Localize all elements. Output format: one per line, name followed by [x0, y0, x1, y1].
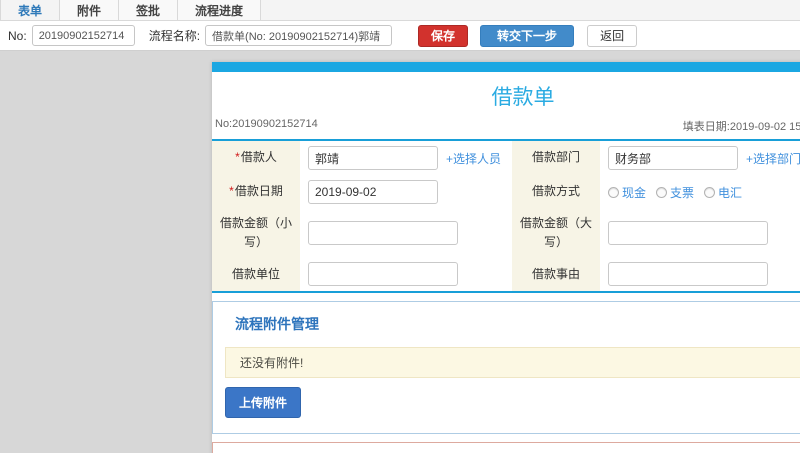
select-person-link[interactable]: +选择人员	[446, 150, 501, 167]
required-mark: *	[229, 184, 234, 199]
department-field-cell: +选择部门	[600, 141, 800, 175]
loan-date-input[interactable]	[308, 180, 438, 204]
radio-cash-label: 现金	[622, 185, 647, 200]
loan-form-table: * 借款人 +选择人员 借款部门 +选择部门 * 借款日期	[212, 139, 800, 294]
borrower-field-cell: +选择人员	[300, 141, 512, 175]
form-meta-row: No:20190902152714 填表日期:2019-09-02 15:27:…	[212, 116, 800, 139]
tab-progress[interactable]: 流程进度	[178, 0, 262, 20]
radio-circle-icon[interactable]	[608, 186, 619, 198]
tab-attachment[interactable]: 附件	[60, 0, 120, 20]
radio-circle-icon[interactable]	[656, 186, 668, 198]
radio-check-label: 支票	[670, 185, 695, 200]
form-panel: 借款单 No:20190902152714 填表日期:2019-09-02 15…	[212, 62, 800, 453]
form-no-text: No:20190902152714	[215, 118, 318, 130]
radio-wire-label: 电汇	[718, 185, 743, 200]
radio-circle-icon[interactable]	[704, 186, 716, 198]
attachment-section-title: 流程附件管理	[235, 316, 319, 333]
loan-date-label-text: 借款日期	[234, 184, 283, 199]
upload-attachment-button[interactable]: 上传附件	[225, 387, 302, 419]
loan-date-field-cell	[300, 175, 512, 209]
no-attachment-message: 还没有附件!	[225, 347, 800, 379]
department-input[interactable]	[608, 146, 738, 170]
amount-upper-field-cell	[600, 209, 800, 257]
panel-top-accent-bar	[212, 62, 800, 72]
no-input[interactable]	[31, 25, 135, 46]
loan-reason-label-text: 借款事由	[531, 266, 580, 281]
loan-method-label: 借款方式	[512, 175, 600, 209]
loan-unit-input[interactable]	[308, 262, 458, 287]
loan-method-radio-group: 现金 支票 电汇	[608, 184, 742, 201]
back-button[interactable]: 返回	[587, 24, 638, 47]
borrower-label-text: 借款人	[240, 150, 277, 165]
flow-name-label: 流程名称:	[148, 29, 201, 43]
required-mark: *	[235, 150, 240, 165]
loan-reason-field-cell	[600, 257, 800, 291]
loan-unit-label-text: 借款单位	[231, 266, 280, 281]
amount-lower-label: 借款金额（小写）	[212, 209, 300, 258]
tab-form[interactable]: 表单	[0, 0, 61, 20]
radio-cash[interactable]: 现金	[608, 184, 646, 201]
command-toolbar: No: 流程名称: 保存 转交下一步 返回	[0, 21, 800, 51]
amount-upper-label-text: 借款金额（大写）	[520, 216, 593, 250]
loan-form-page: { "tabs": [ { "label": "表单", "active": t…	[0, 0, 800, 453]
borrower-label: * 借款人	[212, 141, 300, 175]
loan-reason-label: 借款事由	[512, 257, 600, 292]
loan-unit-field-cell	[300, 257, 512, 291]
department-label-text: 借款部门	[531, 150, 580, 165]
amount-lower-input[interactable]	[308, 221, 458, 246]
radio-check[interactable]: 支票	[656, 184, 694, 201]
loan-method-label-text: 借款方式	[531, 184, 580, 199]
department-label: 借款部门	[512, 141, 600, 175]
workspace: 借款单 No:20190902152714 填表日期:2019-09-02 15…	[0, 51, 800, 453]
amount-upper-input[interactable]	[608, 221, 768, 246]
form-date-text: 填表日期:2019-09-02 15:27:14	[682, 121, 800, 133]
borrower-input[interactable]	[308, 146, 438, 170]
amount-lower-field-cell	[300, 209, 512, 257]
tab-bar: 表单 附件 签批 流程进度	[0, 0, 800, 21]
approval-section: 流程签批意见 B I abc ✐ ⚭ ⚮ ⚑	[212, 442, 800, 453]
loan-reason-input[interactable]	[608, 262, 768, 287]
attachment-section: 流程附件管理 还没有附件! 上传附件	[212, 301, 800, 435]
page-title: 借款单	[491, 86, 555, 109]
loan-date-label: * 借款日期	[212, 175, 300, 209]
loan-unit-label: 借款单位	[212, 257, 300, 292]
amount-upper-label: 借款金额（大写）	[512, 209, 600, 258]
amount-lower-label-text: 借款金额（小写）	[220, 216, 293, 250]
save-button[interactable]: 保存	[418, 24, 469, 47]
radio-wire[interactable]: 电汇	[704, 184, 742, 201]
no-label: No:	[8, 28, 27, 43]
tab-approval[interactable]: 签批	[119, 0, 179, 20]
loan-method-field-cell: 现金 支票 电汇	[600, 175, 800, 209]
next-step-button[interactable]: 转交下一步	[480, 24, 575, 47]
select-department-link[interactable]: +选择部门	[746, 150, 800, 167]
flow-name-input[interactable]	[205, 25, 393, 46]
